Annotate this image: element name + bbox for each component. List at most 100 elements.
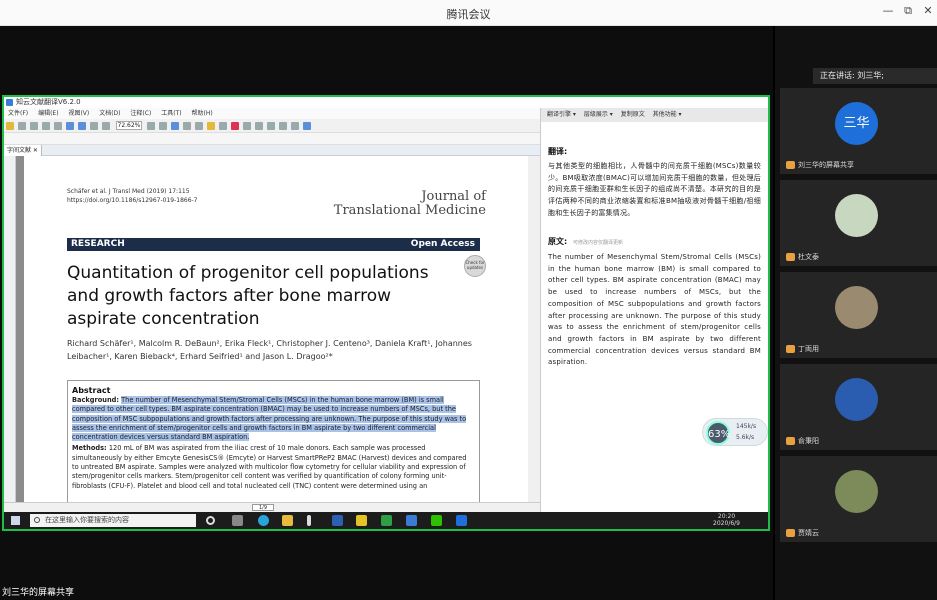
original-text[interactable]: The number of Mesenchymal Stem/Stromal C… <box>548 252 761 369</box>
stamp-icon[interactable] <box>195 122 203 130</box>
word-icon[interactable] <box>332 515 343 526</box>
pdf-view: Schäfer et al. J Transl Med (2019) 17:11… <box>16 156 540 502</box>
select-tool-icon[interactable] <box>159 122 167 130</box>
menu-bar: 文件(F) 编辑(E) 视图(V) 文档(D) 注释(C) 工具(T) 帮助(H… <box>4 108 540 119</box>
mic-icon <box>786 437 795 445</box>
methods-text: 120 mL of BM was aspirated from the ilia… <box>72 444 467 490</box>
share-label-text: 刘三华的屏幕共享 <box>2 588 75 598</box>
menu-comment[interactable]: 注释(C) <box>130 110 151 117</box>
clock[interactable]: 20:20 2020/6/9 <box>713 513 740 527</box>
windows-start-icon[interactable] <box>11 516 20 525</box>
app-title: 知云文献翻译V6.2.0 <box>16 98 81 106</box>
citation: Schäfer et al. J Transl Med (2019) 17:11… <box>67 187 198 205</box>
translation-label: 翻译: <box>548 147 568 156</box>
strikeout-icon[interactable] <box>231 122 239 130</box>
windows-taskbar: 在这里输入你要搜索的内容 20:20 2020/6/9 <box>4 512 768 529</box>
cut-icon[interactable] <box>42 122 50 130</box>
cortana-icon[interactable] <box>206 516 215 525</box>
journal-line-2: Translational Medicine <box>333 203 486 218</box>
task-view-icon[interactable] <box>232 515 243 526</box>
snapshot-icon[interactable] <box>183 122 191 130</box>
page-indicator[interactable]: 1/9 <box>252 504 274 511</box>
underline-icon[interactable] <box>219 122 227 130</box>
cpu-usage: 63% <box>706 421 730 445</box>
participant-tile[interactable]: 杜文泰 <box>780 180 937 266</box>
mic-icon <box>786 345 795 353</box>
minimize-button[interactable]: — <box>877 4 899 17</box>
menu-edit[interactable]: 编辑(E) <box>38 110 58 117</box>
menu-help[interactable]: 帮助(H) <box>192 110 213 117</box>
original-label: 原文: <box>548 237 568 246</box>
highlight-icon[interactable] <box>207 122 215 130</box>
section-label: RESEARCH <box>71 239 125 249</box>
hand-tool-icon[interactable] <box>147 122 155 130</box>
text-select-icon[interactable] <box>171 122 179 130</box>
left-side-panel <box>4 156 16 502</box>
menu-view[interactable]: 视图(V) <box>68 110 89 117</box>
sticky-notes-icon[interactable] <box>356 515 367 526</box>
participant-tile[interactable]: 俞秉阳 <box>780 364 937 450</box>
tencent-meeting-icon[interactable] <box>456 515 467 526</box>
open-icon[interactable] <box>6 122 14 130</box>
performance-widget[interactable]: 63% 145k/s 5.6k/s <box>702 418 768 446</box>
download-speed: 5.6k/s <box>736 434 755 441</box>
wechat-icon[interactable] <box>431 515 442 526</box>
check-updates-badge[interactable]: Check for updates <box>464 255 486 277</box>
mic-icon <box>786 253 795 261</box>
participant-tile[interactable]: 丁両用 <box>780 272 937 358</box>
abstract-box: Abstract Background: The number of Mesen… <box>67 380 480 502</box>
abstract-background[interactable]: Background: The number of Mesenchymal St… <box>72 396 475 442</box>
participant-tile[interactable]: 贾婧云 <box>780 456 937 542</box>
mic-icon <box>786 529 795 537</box>
participant-name: 贾婧云 <box>786 528 819 538</box>
engine-menu[interactable]: 翻译引擎 ▾ <box>547 111 576 118</box>
user-icon[interactable] <box>303 122 311 130</box>
pdf-scrollbar[interactable] <box>528 156 540 502</box>
document-tab[interactable]: 字间文献 ✕ <box>4 145 42 156</box>
pencil-icon[interactable] <box>255 122 263 130</box>
participant-name: 俞秉阳 <box>786 436 819 446</box>
citation-line: Schäfer et al. J Transl Med (2019) 17:11… <box>67 188 190 195</box>
background-label: Background: <box>72 396 120 404</box>
avatar <box>835 378 878 421</box>
edge-icon[interactable] <box>258 515 269 526</box>
zhiyun-icon[interactable] <box>406 515 417 526</box>
line-icon[interactable] <box>267 122 275 130</box>
copy-icon[interactable] <box>54 122 62 130</box>
layer-menu[interactable]: 层级展示 ▾ <box>584 111 613 118</box>
green-app-icon[interactable] <box>381 515 392 526</box>
avatar <box>835 194 878 237</box>
zoom-in-icon[interactable] <box>66 122 74 130</box>
maximize-button[interactable]: ⧉ <box>897 4 919 18</box>
close-button[interactable]: ✕ <box>917 4 937 17</box>
print-icon[interactable] <box>30 122 38 130</box>
taskbar-search[interactable]: 在这里输入你要搜索的内容 <box>30 514 196 527</box>
menu-tools[interactable]: 工具(T) <box>161 110 181 117</box>
app-bolt-icon[interactable] <box>307 515 311 526</box>
rectangle-icon[interactable] <box>279 122 287 130</box>
participant-name: 杜文泰 <box>786 252 819 262</box>
fit-icon[interactable] <box>102 122 110 130</box>
participant-tile[interactable]: 三华 刘三华的屏幕共享 <box>780 88 937 174</box>
menu-file[interactable]: 文件(F) <box>8 110 28 117</box>
save-icon[interactable] <box>18 122 26 130</box>
doi-link[interactable]: https://doi.org/10.1186/s12967-019-1866-… <box>67 196 198 205</box>
paper-title: Quantitation of progenitor cell populati… <box>67 263 429 329</box>
copy-original-button[interactable]: 复制原文 <box>621 111 645 118</box>
app-title-bar: 知云文献翻译V6.2.0 <box>4 97 540 108</box>
file-explorer-icon[interactable] <box>282 515 293 526</box>
zoom-field[interactable]: 72.62% <box>115 121 142 130</box>
participant-sidebar: 正在讲话: 刘三华; 三华 刘三华的屏幕共享 杜文泰 丁両用 俞秉阳 贾婧云 <box>775 26 937 600</box>
mic-icon <box>786 161 795 169</box>
background-text-selected[interactable]: The number of Mesenchymal Stem/Stromal C… <box>72 396 467 442</box>
ellipse-icon[interactable] <box>291 122 299 130</box>
meeting-title-bar: 腾讯会议 — ⧉ ✕ <box>0 0 937 26</box>
translation-panel: 翻译引擎 ▾ 层级展示 ▾ 复制原文 其他功能 ▾ 翻译: 与其他类型的细胞相比… <box>540 108 768 512</box>
zoom-out-icon[interactable] <box>78 122 86 130</box>
menu-document[interactable]: 文档(D) <box>99 110 120 117</box>
text-box-icon[interactable] <box>243 122 251 130</box>
more-menu[interactable]: 其他功能 ▾ <box>653 111 682 118</box>
abstract-methods: Methods: 120 mL of BM was aspirated from… <box>72 444 475 490</box>
shared-screen: 知云文献翻译V6.2.0 文件(F) 编辑(E) 视图(V) 文档(D) 注释(… <box>2 95 770 531</box>
rotate-icon[interactable] <box>90 122 98 130</box>
